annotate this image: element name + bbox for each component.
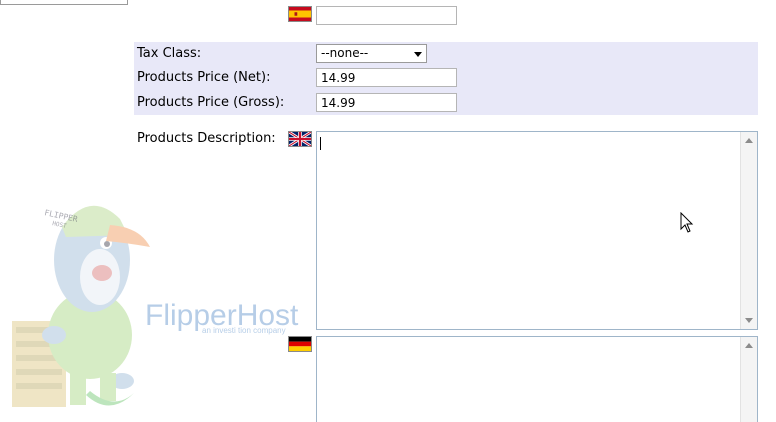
uk-flag-icon (288, 131, 312, 147)
mouse-pointer-icon (680, 212, 694, 233)
brand-tagline: an investi tion company (202, 326, 286, 335)
text-caret (320, 137, 321, 150)
tax-class-selected-value: --none-- (321, 46, 369, 60)
spain-flag-icon (288, 6, 312, 22)
scroll-up-icon[interactable] (745, 343, 753, 348)
description-de-textarea[interactable] (316, 336, 758, 422)
left-panel-box (0, 0, 128, 5)
price-gross-label: Products Price (Gross): (137, 95, 285, 110)
description-de-scrollbar[interactable] (740, 337, 757, 422)
description-label: Products Description: (137, 131, 276, 146)
cap-text-2: HOST (52, 220, 68, 230)
scroll-up-icon[interactable] (745, 138, 753, 143)
tax-class-label: Tax Class: (137, 46, 202, 61)
price-net-label: Products Price (Net): (137, 70, 271, 85)
product-name-es-input[interactable] (316, 6, 457, 25)
price-gross-input[interactable] (316, 93, 457, 112)
chevron-down-icon (414, 52, 422, 57)
scroll-down-icon[interactable] (745, 318, 753, 323)
description-en-scrollbar[interactable] (740, 132, 757, 329)
tax-class-select[interactable]: --none-- (316, 44, 427, 63)
price-net-input[interactable] (316, 68, 457, 87)
flipperhost-watermark-logo: FLIPPER HOST FlipperHost an investi tion… (12, 205, 299, 407)
